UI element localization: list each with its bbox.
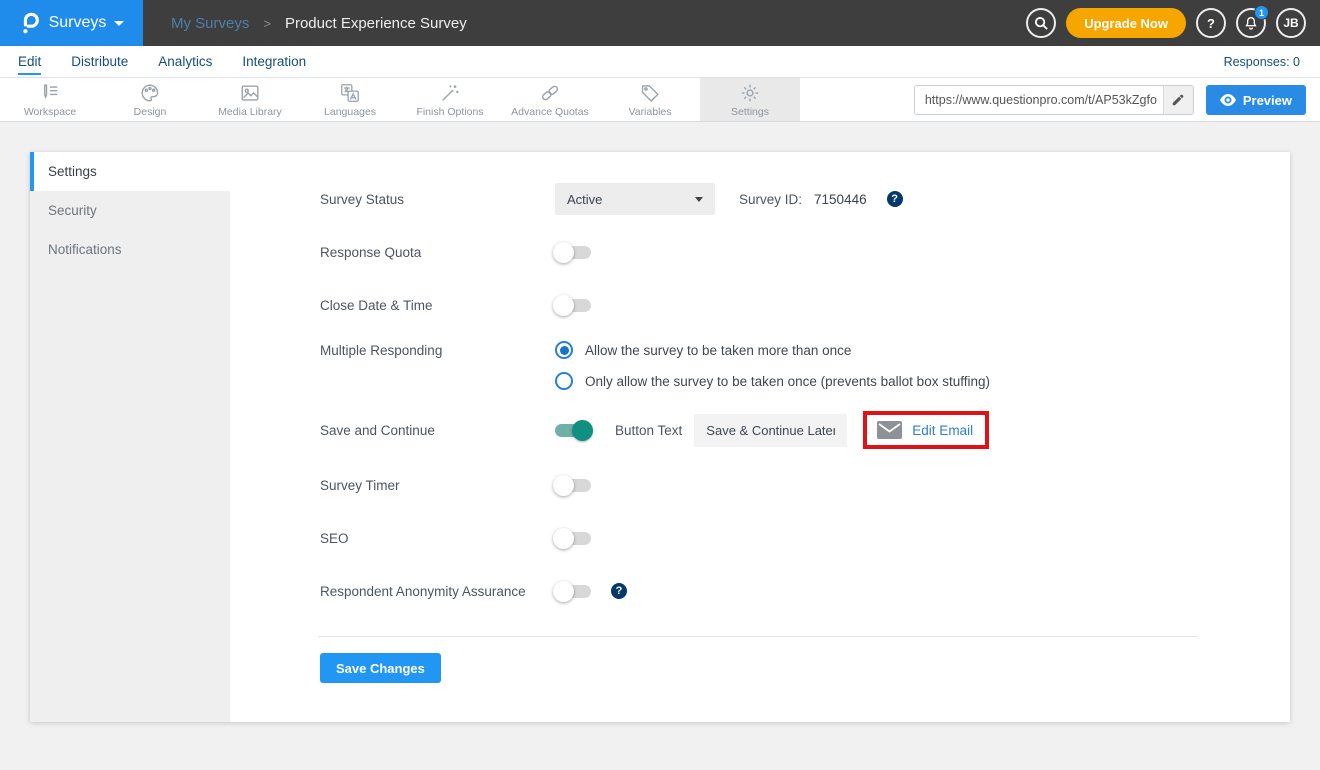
row-anonymity: Respondent Anonymity Assurance ?	[320, 574, 1290, 608]
response-quota-label: Response Quota	[320, 245, 555, 260]
close-date-label: Close Date & Time	[320, 298, 555, 313]
edit-email-highlight-box: Edit Email	[863, 411, 989, 449]
chevron-down-icon	[114, 21, 124, 26]
magic-wand-icon	[439, 82, 461, 104]
row-survey-status: Survey Status Active Survey ID: 7150446 …	[320, 182, 1290, 216]
tab-distribute[interactable]: Distribute	[71, 48, 128, 75]
tab-edit[interactable]: Edit	[18, 48, 41, 75]
button-text-input[interactable]	[694, 414, 847, 447]
settings-form: Survey Status Active Survey ID: 7150446 …	[230, 152, 1290, 722]
palette-icon	[139, 82, 161, 104]
toolbar-item-finish-options[interactable]: Finish Options	[400, 78, 500, 121]
survey-status-value: Active	[567, 192, 602, 207]
response-quota-toggle[interactable]	[555, 246, 591, 259]
chain-link-icon	[539, 82, 561, 104]
breadcrumb: My Surveys > Product Experience Survey	[171, 0, 467, 46]
edit-email-link[interactable]: Edit Email	[912, 423, 973, 438]
topbar: Surveys My Surveys > Product Experience …	[0, 0, 1320, 46]
survey-url-input[interactable]	[915, 86, 1163, 114]
sidebar-item-settings[interactable]: Settings	[30, 152, 230, 191]
form-divider	[318, 636, 1198, 637]
row-response-quota: Response Quota	[320, 235, 1290, 269]
avatar-initials: JB	[1283, 16, 1298, 30]
image-icon	[239, 82, 261, 104]
translate-icon	[339, 82, 361, 104]
workspace-icon	[39, 82, 61, 104]
notifications-button[interactable]: 1	[1236, 8, 1266, 38]
row-survey-timer: Survey Timer	[320, 468, 1290, 502]
avatar[interactable]: JB	[1276, 8, 1306, 38]
toolbar-item-languages[interactable]: Languages	[300, 78, 400, 121]
topbar-actions: Upgrade Now ? 1 JB	[1026, 0, 1306, 46]
survey-timer-label: Survey Timer	[320, 478, 555, 493]
tab-integration[interactable]: Integration	[242, 48, 306, 75]
survey-id-value: 7150446	[814, 192, 867, 207]
settings-sidebar: Settings Security Notifications	[30, 152, 230, 722]
chevron-down-icon	[695, 197, 703, 202]
seo-toggle[interactable]	[555, 532, 591, 545]
survey-timer-toggle[interactable]	[555, 479, 591, 492]
questionpro-logo-icon	[19, 11, 41, 35]
multiple-responding-label: Multiple Responding	[320, 341, 555, 358]
radio-row-only-once: Only allow the survey to be taken once (…	[555, 372, 990, 390]
tab-analytics[interactable]: Analytics	[158, 48, 212, 75]
question-mark-icon: ?	[1207, 16, 1215, 31]
anonymity-toggle[interactable]	[555, 585, 591, 598]
search-icon	[1034, 16, 1049, 31]
only-once-radio[interactable]	[555, 372, 573, 390]
seo-label: SEO	[320, 531, 555, 546]
toolbar-item-media-library[interactable]: Media Library	[200, 78, 300, 121]
toolbar-item-variables[interactable]: Variables	[600, 78, 700, 121]
breadcrumb-current-survey: Product Experience Survey	[285, 15, 467, 32]
button-text-label: Button Text	[615, 423, 682, 438]
responses-count: Responses: 0	[1224, 55, 1300, 69]
anonymity-help-icon[interactable]: ?	[611, 583, 627, 599]
toolbar-item-design[interactable]: Design	[100, 78, 200, 121]
breadcrumb-separator: >	[263, 16, 271, 31]
row-multiple-responding: Multiple Responding Allow the survey to …	[320, 341, 1290, 403]
tag-icon	[639, 82, 661, 104]
survey-nav: Edit Distribute Analytics Integration Re…	[0, 46, 1320, 78]
allow-multiple-label: Allow the survey to be taken more than o…	[585, 343, 851, 358]
sidebar-item-security[interactable]: Security	[30, 191, 230, 230]
survey-status-select[interactable]: Active	[555, 183, 715, 215]
survey-url-field	[914, 85, 1194, 115]
toolbar-item-settings[interactable]: Settings	[700, 78, 800, 121]
row-close-date: Close Date & Time	[320, 288, 1290, 322]
help-button[interactable]: ?	[1196, 8, 1226, 38]
preview-button[interactable]: Preview	[1206, 85, 1306, 115]
toolbar-right: Preview	[914, 85, 1306, 115]
edit-url-button[interactable]	[1163, 86, 1193, 114]
save-and-continue-toggle[interactable]	[555, 424, 591, 437]
close-date-toggle[interactable]	[555, 299, 591, 312]
anonymity-label: Respondent Anonymity Assurance	[320, 584, 555, 599]
toolbar-item-workspace[interactable]: Workspace	[0, 78, 100, 121]
app-switcher[interactable]: Surveys	[0, 0, 143, 46]
radio-row-allow-multiple: Allow the survey to be taken more than o…	[555, 341, 990, 359]
notification-count-badge: 1	[1254, 5, 1269, 20]
allow-multiple-radio[interactable]	[555, 341, 573, 359]
breadcrumb-my-surveys[interactable]: My Surveys	[171, 15, 249, 32]
survey-id-label: Survey ID:	[739, 192, 802, 207]
row-save-and-continue: Save and Continue Button Text Edit Email	[320, 411, 1290, 449]
eye-icon	[1220, 94, 1236, 106]
search-button[interactable]	[1026, 8, 1056, 38]
settings-card: Settings Security Notifications Survey S…	[30, 152, 1290, 722]
save-and-continue-label: Save and Continue	[320, 423, 555, 438]
gear-icon	[739, 82, 761, 104]
survey-status-label: Survey Status	[320, 192, 555, 207]
only-once-label: Only allow the survey to be taken once (…	[585, 374, 990, 389]
envelope-icon	[877, 421, 902, 439]
toolbar-item-advance-quotas[interactable]: Advance Quotas	[500, 78, 600, 121]
save-changes-button[interactable]: Save Changes	[320, 653, 441, 683]
content-area: Settings Security Notifications Survey S…	[0, 122, 1320, 752]
app-label: Surveys	[49, 14, 107, 32]
edit-toolbar: Workspace Design Media Library	[0, 78, 1320, 122]
row-seo: SEO	[320, 521, 1290, 555]
survey-id-help-icon[interactable]: ?	[887, 191, 903, 207]
sidebar-item-notifications[interactable]: Notifications	[30, 230, 230, 269]
upgrade-now-button[interactable]: Upgrade Now	[1066, 8, 1186, 38]
pencil-icon	[1171, 93, 1185, 107]
